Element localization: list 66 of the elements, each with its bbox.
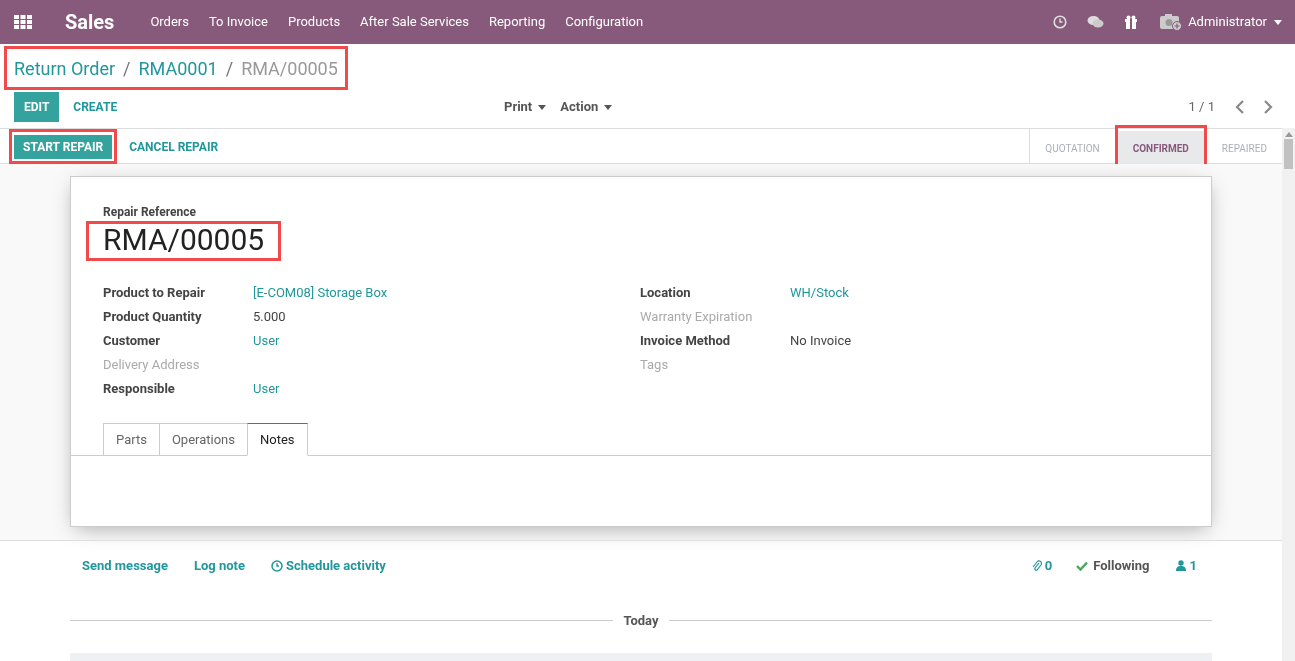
form-tab[interactable]: Parts (103, 423, 160, 456)
stage-step[interactable]: REPAIRED (1206, 131, 1282, 165)
scroll-up-icon[interactable] (1284, 131, 1293, 137)
scrollbar-thumb[interactable] (1284, 139, 1293, 169)
cancel-repair-button[interactable]: CANCEL REPAIR (120, 134, 228, 159)
paperclip-icon (1031, 559, 1042, 572)
followers-button[interactable]: 1 (1175, 555, 1197, 576)
field-label: Customer (103, 332, 162, 351)
menu-item[interactable]: Reporting (478, 12, 556, 32)
next-icon[interactable] (1263, 100, 1273, 114)
pager-counter: 1 / 1 (1188, 98, 1215, 117)
field-label: Repair Reference (103, 204, 197, 221)
create-button[interactable]: CREATE (63, 92, 128, 122)
field-label: Location (640, 284, 692, 303)
apps-menu-icon[interactable] (14, 15, 32, 29)
clock-icon (271, 559, 283, 572)
dropdown-button[interactable]: Action (560, 97, 613, 117)
field-link[interactable]: WH/Stock (790, 283, 849, 303)
chatter-action[interactable]: Schedule activity (271, 555, 386, 576)
date-separator: Today (622, 612, 660, 630)
field-link[interactable]: User (253, 379, 280, 399)
chatter-action[interactable]: Log note (193, 555, 245, 576)
following-button[interactable]: Following (1076, 555, 1150, 576)
caret-icon (538, 104, 547, 110)
field-label: Delivery Address (103, 356, 201, 375)
previous-icon[interactable] (1235, 100, 1245, 114)
field-link[interactable]: [E-COM08] Storage Box (253, 283, 388, 303)
scrollbar-track[interactable] (1282, 128, 1295, 661)
breadcrumb-separator: / (225, 56, 234, 81)
field-label: Tags (640, 356, 670, 375)
app-name: Sales (65, 9, 115, 36)
breadcrumb-item[interactable]: RMA0001 (138, 54, 218, 82)
start-repair-button[interactable]: START REPAIR (14, 134, 113, 159)
stage-step[interactable]: CONFIRMED (1117, 131, 1204, 165)
person-icon (1175, 560, 1186, 571)
field-value: No Invoice (790, 332, 852, 351)
menu-item[interactable]: To Invoice (198, 12, 278, 32)
clock-icon[interactable] (1053, 15, 1068, 29)
dropdown-button[interactable]: Print (504, 97, 547, 117)
field-label: Responsible (103, 380, 176, 399)
attachments-button[interactable]: 0 (1031, 555, 1053, 576)
caret-icon (604, 104, 613, 110)
field-label: Invoice Method (640, 332, 732, 351)
edit-button[interactable]: EDIT (14, 92, 60, 122)
menu-item[interactable]: Products (277, 12, 351, 32)
breadcrumb-separator: / (123, 56, 131, 81)
check-icon (1076, 560, 1089, 571)
user-menu[interactable]: Administrator (1188, 12, 1282, 32)
chatter-action[interactable]: Send message (82, 555, 168, 576)
gift-icon[interactable] (1124, 15, 1139, 29)
stage-step[interactable]: QUOTATION (1030, 131, 1115, 165)
menu-item[interactable]: Configuration (555, 12, 654, 32)
field-label: Product to Repair (103, 284, 206, 303)
form-tab[interactable]: Notes (246, 423, 308, 456)
field-link[interactable]: User (253, 331, 280, 351)
camera-avatar-icon (1160, 13, 1183, 31)
chat-icon[interactable] (1087, 15, 1105, 29)
menu-item[interactable]: After Sale Services (350, 12, 479, 32)
menu-item[interactable]: Orders (140, 12, 199, 32)
field-label: Product Quantity (103, 308, 203, 327)
breadcrumb-item[interactable]: Return Order (14, 54, 116, 82)
record-title: RMA/00005 (103, 222, 265, 257)
field-label: Warranty Expiration (640, 308, 754, 327)
caret-icon (1274, 19, 1282, 25)
breadcrumb-item: RMA/00005 (241, 56, 338, 81)
field-value: 5.000 (253, 308, 286, 327)
